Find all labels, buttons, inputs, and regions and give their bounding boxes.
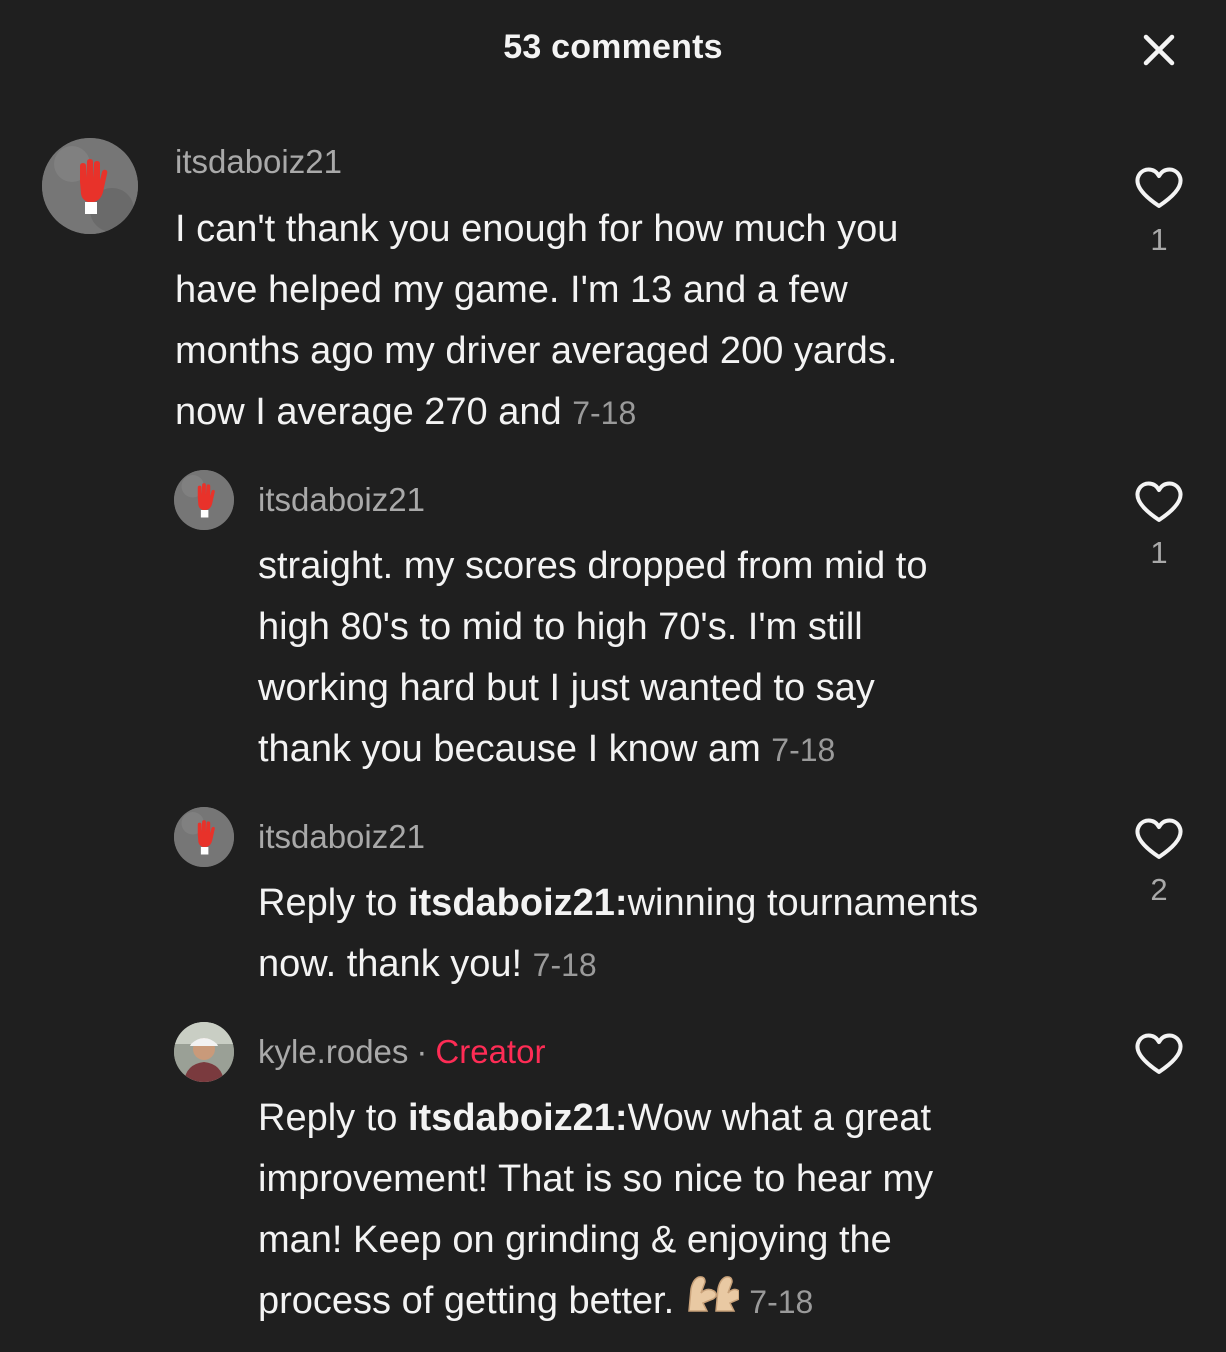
heart-icon [1135, 1033, 1183, 1074]
comment-date: 7-18 [532, 947, 597, 983]
like-count: 1 [1150, 535, 1168, 570]
reply-target-username[interactable]: itsdaboiz21: [408, 882, 628, 924]
red-glove-avatar-icon [42, 138, 138, 234]
avatar[interactable] [174, 470, 234, 530]
comment-username[interactable]: itsdaboiz21 [175, 143, 342, 181]
like-count: 2 [1150, 872, 1168, 907]
reply-prefix: Reply to [258, 882, 408, 924]
comments-header: 53 comments [0, 0, 1226, 100]
reply-target-username[interactable]: itsdaboiz21: [408, 1097, 628, 1139]
like-button[interactable] [1130, 813, 1188, 863]
separator-dot: · [416, 1033, 428, 1070]
comment-date: 7-18 [572, 395, 637, 431]
comment-text: straight. my scores dropped from mid to … [258, 536, 1098, 781]
like-count: 1 [1150, 222, 1168, 257]
like-button[interactable] [1130, 476, 1188, 526]
comment-username[interactable]: itsdaboiz21 [258, 818, 425, 856]
avatar[interactable] [174, 807, 234, 867]
creator-badge: Creator [435, 1033, 546, 1070]
comments-count-title: 53 comments [503, 28, 723, 66]
flexed-biceps-icon [687, 1276, 740, 1312]
red-glove-avatar-icon [174, 807, 234, 867]
comment-username-row: kyle.rodes · Creator [258, 1033, 545, 1071]
like-button[interactable] [1130, 162, 1188, 212]
avatar[interactable] [42, 138, 138, 234]
flexed-biceps-emoji [685, 1271, 740, 1319]
comment-text: Reply to itsdaboiz21:winning tournaments… [258, 873, 1108, 996]
avatar[interactable] [174, 1022, 234, 1082]
profile-photo-avatar-icon [174, 1022, 234, 1082]
comment-text: Reply to itsdaboiz21:Wow what a great im… [258, 1088, 1108, 1333]
comment-username[interactable]: itsdaboiz21 [258, 481, 425, 519]
comment-text: I can't thank you enough for how much yo… [175, 199, 1075, 444]
comment-username[interactable]: kyle.rodes [258, 1033, 408, 1070]
heart-icon [1135, 167, 1183, 208]
heart-icon [1135, 481, 1183, 522]
close-button[interactable] [1130, 22, 1188, 80]
close-icon [1143, 34, 1175, 66]
heart-icon [1135, 818, 1183, 859]
comment-date: 7-18 [749, 1284, 814, 1320]
reply-prefix: Reply to [258, 1097, 408, 1139]
like-button[interactable] [1130, 1028, 1188, 1078]
comment-body: I can't thank you enough for how much yo… [175, 208, 899, 433]
red-glove-avatar-icon [174, 470, 234, 530]
comment-date: 7-18 [771, 732, 836, 768]
